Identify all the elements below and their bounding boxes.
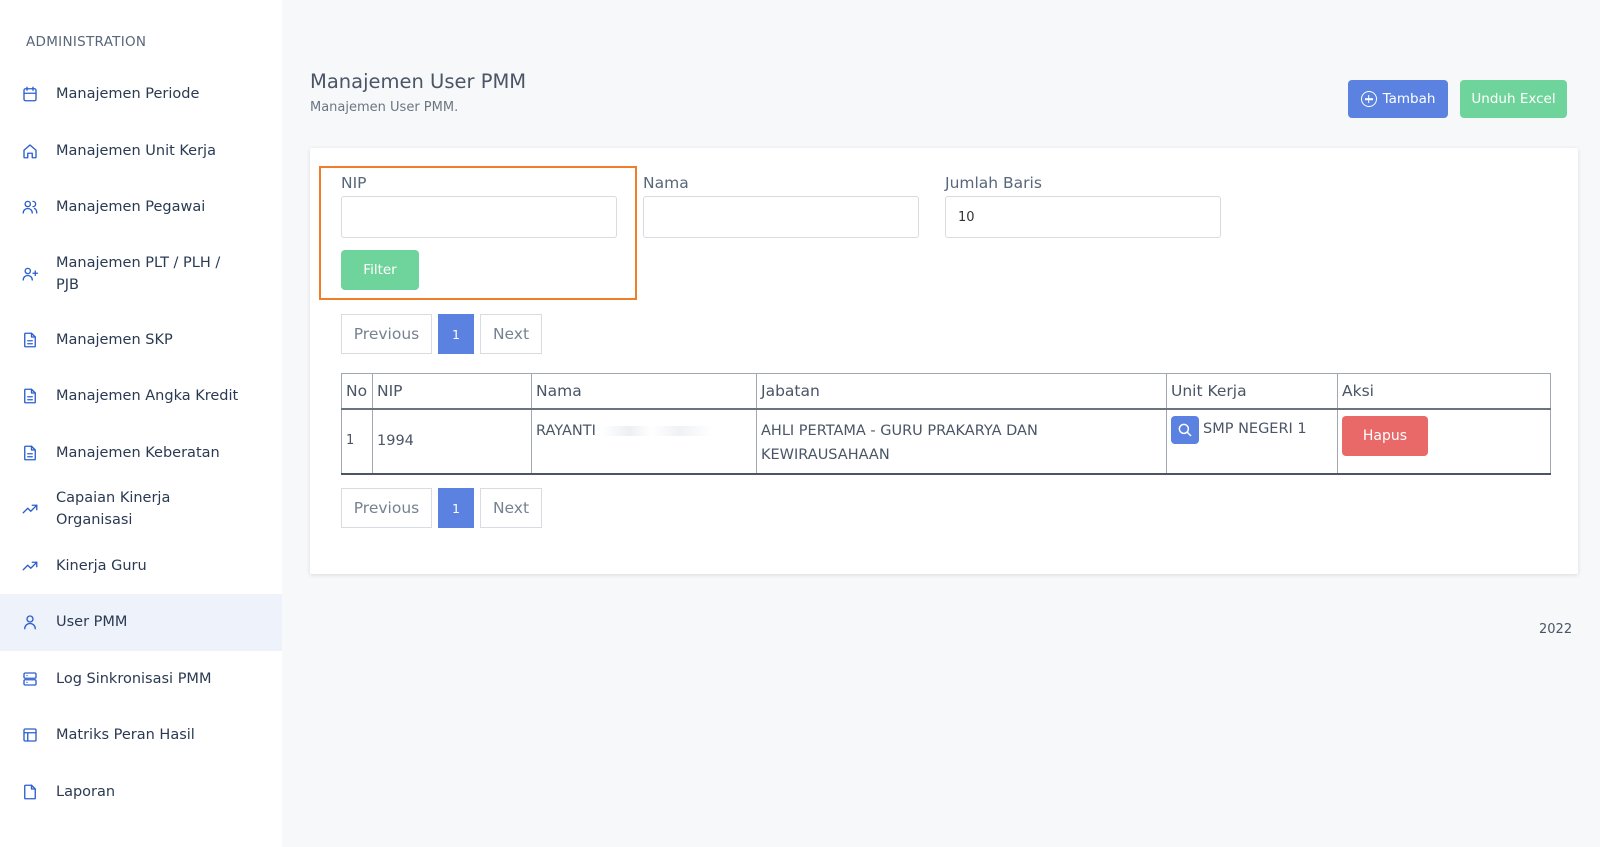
sidebar-item-label: Manajemen Unit Kerja xyxy=(56,142,216,159)
footer-text: 2022 xyxy=(1539,622,1573,637)
sidebar-item-label: Log Sinkronisasi PMM xyxy=(56,670,212,687)
hapus-button[interactable]: Hapus xyxy=(1342,415,1428,456)
filter-button[interactable]: Filter xyxy=(341,250,419,290)
sidebar-item-label: Manajemen PLT / PLH / PJB xyxy=(56,254,221,293)
nama-input[interactable] xyxy=(643,196,919,238)
search-icon xyxy=(1178,423,1192,437)
user-plus-icon xyxy=(20,264,40,284)
plus-circle-icon xyxy=(1360,91,1377,107)
sidebar-item-user-pmm[interactable]: User PMM xyxy=(0,594,282,651)
sidebar-nav: Manajemen Periode Manajemen Unit Kerja M… xyxy=(0,66,282,820)
home-icon xyxy=(20,141,40,161)
sidebar-item-label: Capaian Kinerja Organisasi xyxy=(56,490,171,529)
sidebar-item-capaian-kinerja-organisasi[interactable]: Capaian Kinerja Organisasi xyxy=(0,481,282,538)
document-icon xyxy=(20,386,40,406)
sidebar-item-label: Kinerja Guru xyxy=(56,557,147,574)
calendar-icon xyxy=(20,84,40,104)
nip-label: NIP xyxy=(341,174,367,192)
sidebar-item-label: Matriks Peran Hasil xyxy=(56,727,195,744)
sidebar-item-label: Manajemen Pegawai xyxy=(56,199,206,216)
previous-button[interactable]: Previous xyxy=(341,314,432,354)
nip-input[interactable] xyxy=(341,196,617,238)
user-icon xyxy=(20,612,40,632)
document-icon xyxy=(20,443,40,463)
cell-jabatan: AHLI PERTAMA - GURU PRAKARYA DAN KEWIRAU… xyxy=(756,408,1167,475)
jumlah-baris-label: Jumlah Baris xyxy=(945,174,1042,192)
column-header-aksi: Aksi xyxy=(1337,373,1551,410)
column-header-no: No xyxy=(341,373,373,410)
tambah-button-label: Tambah xyxy=(1382,91,1436,107)
sidebar-item-manajemen-pegawai[interactable]: Manajemen Pegawai xyxy=(0,179,282,236)
main-content: Manajemen User PMM Manajemen User PMM. T… xyxy=(282,0,1600,847)
filter-card: NIP Nama Jumlah Baris Filter Previous 1 … xyxy=(310,148,1578,574)
column-header-nama: Nama xyxy=(531,373,757,410)
document-icon xyxy=(20,330,40,350)
trending-up-icon xyxy=(20,556,40,576)
cell-unit-kerja: SMP NEGERI 1 xyxy=(1166,408,1338,475)
server-icon xyxy=(20,669,40,689)
sidebar-item-manajemen-skp[interactable]: Manajemen SKP xyxy=(0,312,282,369)
layout-icon xyxy=(20,725,40,745)
pagination-top: Previous 1 Next xyxy=(341,314,542,354)
sidebar-item-manajemen-angka-kredit[interactable]: Manajemen Angka Kredit xyxy=(0,368,282,425)
user-table: No NIP Nama Jabatan Unit Kerja Aksi 1 19… xyxy=(341,373,1551,475)
sidebar-item-manajemen-unit-kerja[interactable]: Manajemen Unit Kerja xyxy=(0,123,282,180)
redacted-text xyxy=(601,425,712,436)
sidebar-item-kinerja-guru[interactable]: Kinerja Guru xyxy=(0,538,282,595)
nama-text: RAYANTI xyxy=(536,422,596,439)
sidebar-item-label: Manajemen Angka Kredit xyxy=(56,388,239,405)
sidebar-heading: ADMINISTRATION xyxy=(26,34,147,50)
page-1-button[interactable]: 1 xyxy=(438,488,474,528)
sidebar-item-manajemen-keberatan[interactable]: Manajemen Keberatan xyxy=(0,425,282,482)
table-row: 1 1994 RAYANTI AHLI PERTAMA - GURU PRAKA… xyxy=(341,408,1551,475)
unduh-excel-button[interactable]: Unduh Excel xyxy=(1460,80,1567,118)
sidebar-item-matriks-peran-hasil[interactable]: Matriks Peran Hasil xyxy=(0,707,282,764)
sidebar-item-label: Laporan xyxy=(56,783,116,800)
sidebar-item-label: Manajemen Keberatan xyxy=(56,444,220,461)
unit-kerja-wrap: SMP NEGERI 1 xyxy=(1171,415,1333,444)
trending-up-icon xyxy=(20,499,40,519)
unit-kerja-text: SMP NEGERI 1 xyxy=(1203,420,1307,437)
cell-nama: RAYANTI xyxy=(531,408,757,475)
nama-label: Nama xyxy=(643,174,689,192)
sidebar-item-label: User PMM xyxy=(56,614,128,631)
sidebar-item-label: Manajemen Periode xyxy=(56,86,200,103)
column-header-nip: NIP xyxy=(372,373,532,410)
previous-button[interactable]: Previous xyxy=(341,488,432,528)
page-1-button[interactable]: 1 xyxy=(438,314,474,354)
sidebar-item-laporan[interactable]: Laporan xyxy=(0,764,282,821)
next-button[interactable]: Next xyxy=(480,314,542,354)
sidebar-item-label: Manajemen SKP xyxy=(56,331,173,348)
search-unit-button[interactable] xyxy=(1171,415,1199,444)
tambah-button[interactable]: Tambah xyxy=(1348,80,1448,118)
sidebar: ADMINISTRATION Manajemen Periode Manajem… xyxy=(0,0,282,847)
page-title: Manajemen User PMM xyxy=(310,70,527,93)
cell-no: 1 xyxy=(341,408,373,475)
sidebar-item-log-sinkronisasi-pmm[interactable]: Log Sinkronisasi PMM xyxy=(0,651,282,708)
next-button[interactable]: Next xyxy=(480,488,542,528)
jumlah-baris-input[interactable] xyxy=(945,196,1221,238)
cell-aksi: Hapus xyxy=(1337,408,1551,475)
table-header-row: No NIP Nama Jabatan Unit Kerja Aksi xyxy=(341,373,1551,410)
column-header-jabatan: Jabatan xyxy=(756,373,1167,410)
file-icon xyxy=(20,782,40,802)
sidebar-item-manajemen-periode[interactable]: Manajemen Periode xyxy=(0,66,282,123)
pagination-bottom: Previous 1 Next xyxy=(341,488,542,528)
page-subtitle: Manajemen User PMM. xyxy=(310,100,459,115)
column-header-unit-kerja: Unit Kerja xyxy=(1166,373,1338,410)
users-icon xyxy=(20,197,40,217)
sidebar-item-manajemen-plt[interactable]: Manajemen PLT / PLH / PJB xyxy=(0,236,282,312)
cell-nip: 1994 xyxy=(372,408,532,475)
